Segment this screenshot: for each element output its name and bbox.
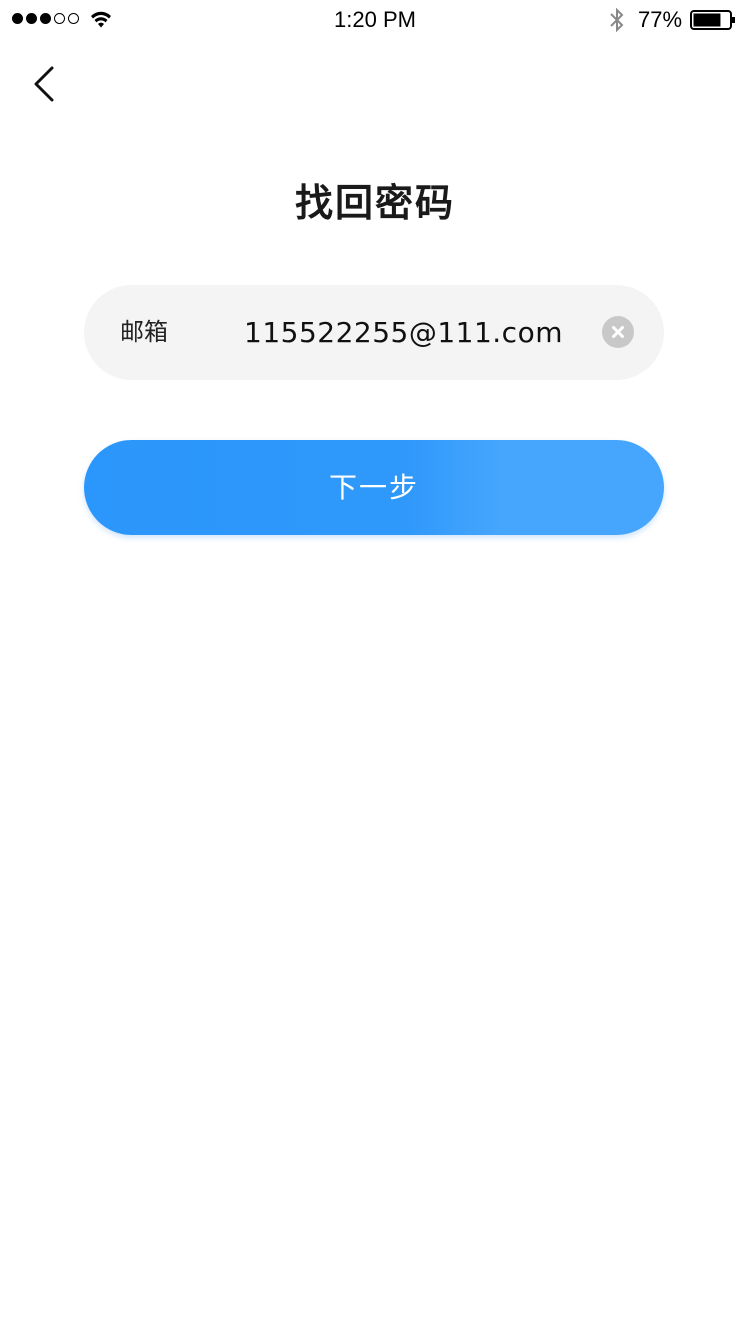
next-button[interactable]: 下一步 xyxy=(84,440,664,535)
back-button[interactable] xyxy=(22,60,66,108)
clear-button[interactable] xyxy=(602,316,634,348)
email-label: 邮箱 xyxy=(120,318,168,346)
battery-percent: 77% xyxy=(638,7,683,32)
clear-icon xyxy=(612,326,624,338)
email-input[interactable] xyxy=(244,285,584,380)
email-field: 邮箱 xyxy=(84,285,664,380)
page-title: 找回密码 xyxy=(294,181,455,225)
status-bar: 1:20 PM 77% xyxy=(0,0,750,40)
chevron-left-icon xyxy=(34,66,54,102)
bluetooth-icon xyxy=(610,7,624,33)
battery-icon xyxy=(690,10,735,30)
